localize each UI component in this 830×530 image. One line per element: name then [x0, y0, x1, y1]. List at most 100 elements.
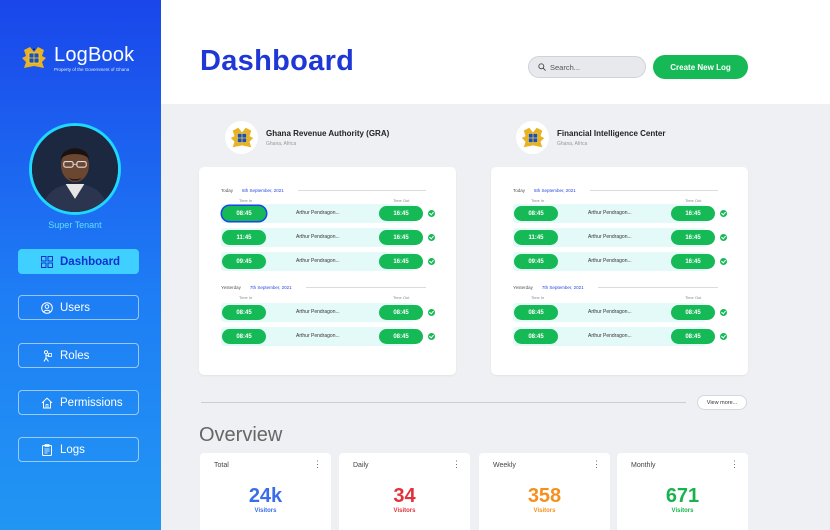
log-card: Today 6th September, 2021 Time In Time Out 0… — [199, 167, 456, 375]
visitor-name: Arthur Pendragon... — [296, 309, 340, 315]
more-vertical-icon[interactable]: ⋮ — [452, 460, 461, 469]
org-name: Financial Intelligence Center — [557, 128, 666, 138]
coat-of-arms-icon — [516, 121, 549, 154]
check-circle-icon — [428, 234, 435, 241]
nav-label-dashboard: Dashboard — [60, 255, 121, 268]
org-header[interactable]: Ghana Revenue Authority (GRA) Ghana, Afr… — [225, 121, 389, 154]
check-circle-icon — [720, 234, 727, 241]
more-vertical-icon[interactable]: ⋮ — [313, 460, 322, 469]
log-row[interactable]: 09:45 Arthur Pendragon... 16:45 — [513, 252, 727, 271]
time-out-pill[interactable]: 08:45 — [379, 305, 423, 320]
org-name: Ghana Revenue Authority (GRA) — [266, 128, 390, 138]
column-header-time-out: Time Out — [393, 198, 410, 203]
check-circle-icon — [720, 333, 727, 340]
nav-item-dashboard[interactable]: Dashboard — [18, 249, 139, 274]
day-heading: Yesterday 7th September, 2021 — [513, 285, 718, 290]
nav-item-logs[interactable]: Logs — [18, 437, 139, 462]
clipboard-icon — [42, 444, 52, 456]
time-out-pill[interactable]: 08:45 — [671, 329, 715, 344]
column-header-time-in: Time In — [239, 198, 253, 203]
nav-item-users[interactable]: Users — [18, 295, 139, 320]
nav-label-roles: Roles — [60, 349, 90, 362]
time-in-pill[interactable]: 11:45 — [222, 230, 266, 245]
visitor-name: Arthur Pendragon... — [588, 258, 632, 264]
column-header-time-out: Time Out — [393, 295, 410, 300]
stat-card-weekly: Weekly ⋮ 358 Visitors — [479, 453, 610, 530]
visitor-name: Arthur Pendragon... — [296, 333, 340, 339]
divider — [597, 287, 718, 288]
visitor-name: Arthur Pendragon... — [588, 309, 632, 315]
time-in-pill[interactable]: 11:45 — [514, 230, 558, 245]
day-label: Yesterday — [221, 285, 241, 290]
divider — [305, 287, 426, 288]
visitor-name: Arthur Pendragon... — [588, 333, 632, 339]
log-row[interactable]: 08:45 Arthur Pendragon... 08:45 — [221, 327, 435, 346]
time-in-pill[interactable]: 09:45 — [514, 254, 558, 269]
stat-label: Monthly — [631, 462, 656, 469]
log-row[interactable]: 08:45 Arthur Pendragon... 08:45 — [221, 303, 435, 322]
check-circle-icon — [720, 309, 727, 316]
view-more-button[interactable]: View more... — [697, 395, 747, 410]
brand-name: LogBook — [54, 44, 135, 66]
time-out-pill[interactable]: 16:45 — [671, 206, 715, 221]
stat-sub: Visitors — [533, 508, 556, 514]
overview-title: Overview — [199, 424, 283, 446]
time-in-pill[interactable]: 08:45 — [222, 305, 266, 320]
visitor-name: Arthur Pendragon... — [588, 210, 632, 216]
more-vertical-icon[interactable]: ⋮ — [730, 460, 739, 469]
log-row[interactable]: 11:45 Arthur Pendragon... 16:45 — [513, 228, 727, 247]
check-circle-icon — [428, 309, 435, 316]
log-row[interactable]: 08:45 Arthur Pendragon... 16:45 — [513, 204, 727, 223]
nav-item-roles[interactable]: Roles — [18, 343, 139, 368]
day-date: 7th September, 2021 — [541, 285, 584, 290]
log-row[interactable]: 11:45 Arthur Pendragon... 16:45 — [221, 228, 435, 247]
time-in-pill[interactable]: 08:45 — [514, 206, 558, 221]
brand-subtitle: Property of the Government of Ghana — [54, 67, 130, 72]
brand[interactable]: LogBook Property of the Government of Gh… — [20, 44, 134, 72]
org-location: Ghana, Africa — [266, 140, 297, 147]
log-row[interactable]: 08:45 Arthur Pendragon... 08:45 — [513, 327, 727, 346]
visitor-name: Arthur Pendragon... — [296, 234, 340, 240]
log-row[interactable]: 09:45 Arthur Pendragon... 16:45 — [221, 252, 435, 271]
check-circle-icon — [720, 210, 727, 217]
time-out-pill[interactable]: 08:45 — [671, 305, 715, 320]
log-row[interactable]: 08:45 Arthur Pendragon... 08:45 — [513, 303, 727, 322]
stat-label: Weekly — [493, 462, 516, 469]
time-in-pill[interactable]: 08:45 — [514, 305, 558, 320]
log-row[interactable]: 08:45 Arthur Pendragon... 16:45 — [221, 204, 435, 223]
time-out-pill[interactable]: 16:45 — [671, 254, 715, 269]
day-heading: Today 6th September, 2021 — [513, 188, 718, 193]
column-header-time-out: Time Out — [685, 295, 702, 300]
time-in-pill[interactable]: 08:45 — [514, 329, 558, 344]
time-in-pill[interactable]: 08:45 — [222, 206, 266, 221]
check-circle-icon — [428, 333, 435, 340]
time-out-pill[interactable]: 16:45 — [379, 206, 423, 221]
divider — [201, 402, 686, 403]
time-out-pill[interactable]: 08:45 — [379, 329, 423, 344]
column-header-time-in: Time In — [239, 295, 253, 300]
roles-icon — [43, 350, 52, 362]
time-in-pill[interactable]: 08:45 — [222, 329, 266, 344]
visitor-name: Arthur Pendragon... — [296, 210, 340, 216]
day-label: Today — [221, 188, 234, 193]
org-header[interactable]: Financial Intelligence Center Ghana, Afr… — [516, 121, 665, 154]
stat-card-total: Total ⋮ 24k Visitors — [200, 453, 331, 530]
time-in-pill[interactable]: 09:45 — [222, 254, 266, 269]
stat-value: 671 — [665, 485, 700, 507]
visitor-name: Arthur Pendragon... — [296, 258, 340, 264]
page-title: Dashboard — [200, 45, 355, 77]
stat-label: Total — [214, 462, 229, 469]
coat-of-arms-logo — [20, 44, 48, 72]
create-new-log-button[interactable]: Create New Log — [653, 55, 748, 79]
avatar[interactable] — [29, 123, 121, 215]
dashboard-icon — [41, 256, 53, 268]
time-out-pill[interactable]: 16:45 — [671, 230, 715, 245]
more-vertical-icon[interactable]: ⋮ — [592, 460, 601, 469]
nav-item-permissions[interactable]: Permissions — [18, 390, 139, 415]
time-out-pill[interactable]: 16:45 — [379, 254, 423, 269]
role-label: Super Tenant — [48, 220, 102, 230]
time-out-pill[interactable]: 16:45 — [379, 230, 423, 245]
day-date: 6th September, 2021 — [534, 188, 576, 193]
stat-label: Daily — [353, 462, 369, 469]
search-input[interactable]: Search... — [528, 56, 646, 78]
